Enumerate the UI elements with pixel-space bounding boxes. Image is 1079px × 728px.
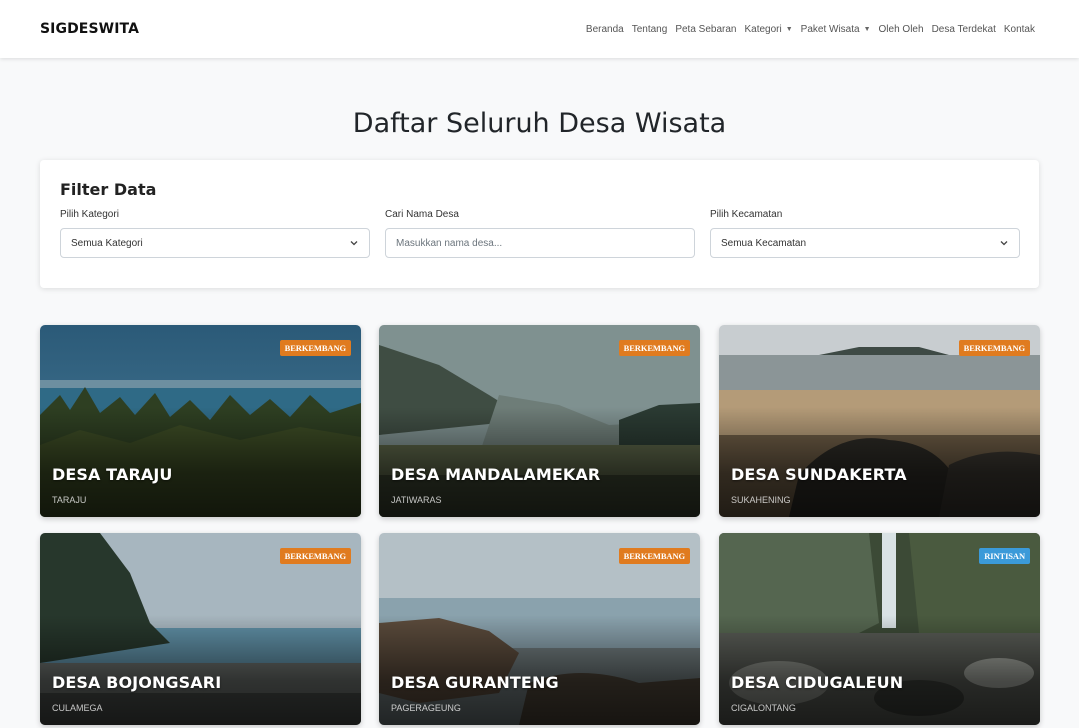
nav-peta-sebaran[interactable]: Peta Sebaran bbox=[671, 24, 740, 35]
search-group: Cari Nama Desa Masukkan nama desa... bbox=[385, 209, 695, 258]
village-card[interactable]: BERKEMBANG DESA GURANTENG PAGERAGEUNG bbox=[379, 533, 700, 725]
search-label: Cari Nama Desa bbox=[385, 209, 459, 220]
status-badge: BERKEMBANG bbox=[618, 340, 690, 356]
card-district: PAGERAGEUNG bbox=[391, 703, 461, 713]
filter-row: Pilih Kategori Semua Kategori Cari Nama … bbox=[60, 209, 1020, 258]
nav-links: Beranda Tentang Peta Sebaran Kategori ▼ P… bbox=[582, 24, 1039, 35]
search-placeholder: Masukkan nama desa... bbox=[396, 237, 503, 249]
village-card[interactable]: RINTISAN DESA CIDUGALEUN CIGALONTANG bbox=[719, 533, 1040, 725]
status-badge: RINTISAN bbox=[979, 548, 1030, 564]
status-badge: BERKEMBANG bbox=[279, 340, 351, 356]
filter-title: Filter Data bbox=[60, 180, 157, 199]
kategori-label: Pilih Kategori bbox=[60, 209, 119, 220]
top-navbar: SIGDESWITA Beranda Tentang Peta Sebaran … bbox=[0, 0, 1079, 58]
card-title: DESA GURANTENG bbox=[391, 673, 559, 692]
card-title: DESA CIDUGALEUN bbox=[731, 673, 904, 692]
card-title: DESA SUNDAKERTA bbox=[731, 465, 907, 484]
kecamatan-group: Pilih Kecamatan Semua Kecamatan bbox=[710, 209, 1020, 258]
kecamatan-select[interactable]: Semua Kecamatan bbox=[710, 228, 1020, 258]
nav-desa-terdekat[interactable]: Desa Terdekat bbox=[928, 24, 1000, 35]
village-card[interactable]: BERKEMBANG DESA MANDALAMEKAR JATIWARAS bbox=[379, 325, 700, 517]
filter-card: Filter Data Pilih Kategori Semua Kategor… bbox=[40, 160, 1039, 288]
card-title: DESA BOJONGSARI bbox=[52, 673, 222, 692]
card-overlay bbox=[40, 407, 361, 517]
card-district: SUKAHENING bbox=[731, 495, 791, 505]
village-card[interactable]: BERKEMBANG DESA TARAJU TARAJU bbox=[40, 325, 361, 517]
status-badge: BERKEMBANG bbox=[618, 548, 690, 564]
card-title: DESA TARAJU bbox=[52, 465, 173, 484]
page-title: Daftar Seluruh Desa Wisata bbox=[352, 108, 727, 139]
village-card[interactable]: BERKEMBANG DESA SUNDAKERTA SUKAHENING bbox=[719, 325, 1040, 517]
caret-down-icon: ▼ bbox=[785, 25, 793, 33]
kecamatan-label: Pilih Kecamatan bbox=[710, 209, 783, 220]
card-district: TARAJU bbox=[52, 495, 87, 505]
card-title: DESA MANDALAMEKAR bbox=[391, 465, 601, 484]
nav-paket-wisata-dropdown[interactable]: Paket Wisata ▼ bbox=[797, 24, 875, 35]
search-input[interactable]: Masukkan nama desa... bbox=[385, 228, 695, 258]
nav-kategori-dropdown[interactable]: Kategori ▼ bbox=[740, 24, 796, 35]
nav-kategori-label: Kategori bbox=[744, 23, 782, 35]
nav-oleh-oleh[interactable]: Oleh Oleh bbox=[875, 24, 928, 35]
nav-tentang[interactable]: Tentang bbox=[628, 24, 672, 35]
chevron-down-icon bbox=[1000, 241, 1008, 246]
status-badge: BERKEMBANG bbox=[279, 548, 351, 564]
kategori-group: Pilih Kategori Semua Kategori bbox=[60, 209, 370, 258]
card-district: CIGALONTANG bbox=[731, 703, 796, 713]
kecamatan-selected-value: Semua Kecamatan bbox=[721, 237, 807, 249]
kategori-selected-value: Semua Kategori bbox=[71, 237, 143, 249]
status-badge: BERKEMBANG bbox=[958, 340, 1030, 356]
card-district: JATIWARAS bbox=[391, 495, 442, 505]
kategori-select[interactable]: Semua Kategori bbox=[60, 228, 370, 258]
chevron-down-icon bbox=[350, 241, 358, 246]
nav-kontak[interactable]: Kontak bbox=[1000, 24, 1039, 35]
village-card[interactable]: BERKEMBANG DESA BOJONGSARI CULAMEGA bbox=[40, 533, 361, 725]
nav-beranda[interactable]: Beranda bbox=[582, 24, 628, 35]
nav-paket-wisata-label: Paket Wisata bbox=[800, 23, 860, 35]
caret-down-icon: ▼ bbox=[863, 25, 871, 33]
brand-logo[interactable]: SIGDESWITA bbox=[40, 21, 139, 37]
card-district: CULAMEGA bbox=[52, 703, 103, 713]
